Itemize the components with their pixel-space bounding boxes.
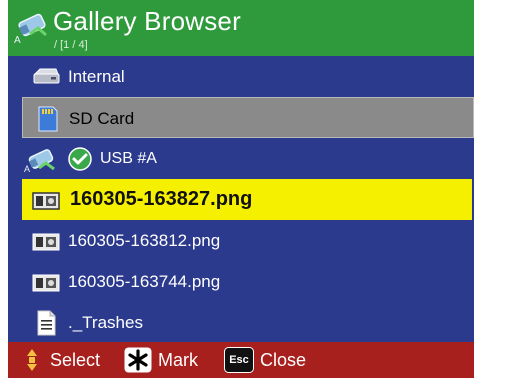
path-indicator: / [1 / 4] [54,39,88,51]
page-title: Gallery Browser [53,6,241,36]
esc-key-icon: Esc [224,347,254,378]
image-file-icon [32,228,60,254]
list-item-label: SD Card [69,109,135,128]
check-icon [68,147,92,171]
list-item-label: 160305-163744.png [68,272,221,291]
image-file-icon [32,187,60,213]
footer-hint-bar: Select Mark Esc Close [8,342,474,378]
usb-drive-icon: A [14,8,50,46]
list-item-usb-a[interactable]: A USB #A [8,138,474,179]
list-item-sd-card[interactable]: SD Card [22,97,474,138]
list-item-internal[interactable]: Internal [8,56,474,97]
internal-drive-icon [32,64,60,90]
list-item-file-selected[interactable]: 160305-163827.png [22,179,472,220]
close-hint: Close [260,350,307,370]
list-item-label: ._Trashes [68,313,143,332]
title-bar: A Gallery Browser / [1 / 4] [8,0,474,56]
list-item-label: USB #A [100,150,157,167]
esc-key-label: Esc [229,354,249,366]
asterisk-key-icon [124,347,152,378]
image-file-icon [32,269,60,295]
usb-letter: A [24,164,31,174]
up-down-arrows-icon [26,348,38,377]
list-item-label: Internal [68,67,125,86]
list-item-trashes[interactable]: ._Trashes [8,302,474,343]
list-item-file[interactable]: 160305-163744.png [8,261,474,302]
document-icon [32,310,60,336]
list-item-label: 160305-163827.png [70,188,253,210]
list-item-label: 160305-163812.png [68,231,221,250]
usb-letter: A [14,35,21,46]
sd-card-icon [33,106,61,132]
usb-drive-icon: A [24,146,55,174]
list-item-file[interactable]: 160305-163812.png [8,220,474,261]
mark-hint: Mark [158,350,198,370]
select-hint: Select [50,350,101,370]
gallery-browser-screen: A Gallery Browser / [1 / 4] Internal SD … [8,0,474,378]
